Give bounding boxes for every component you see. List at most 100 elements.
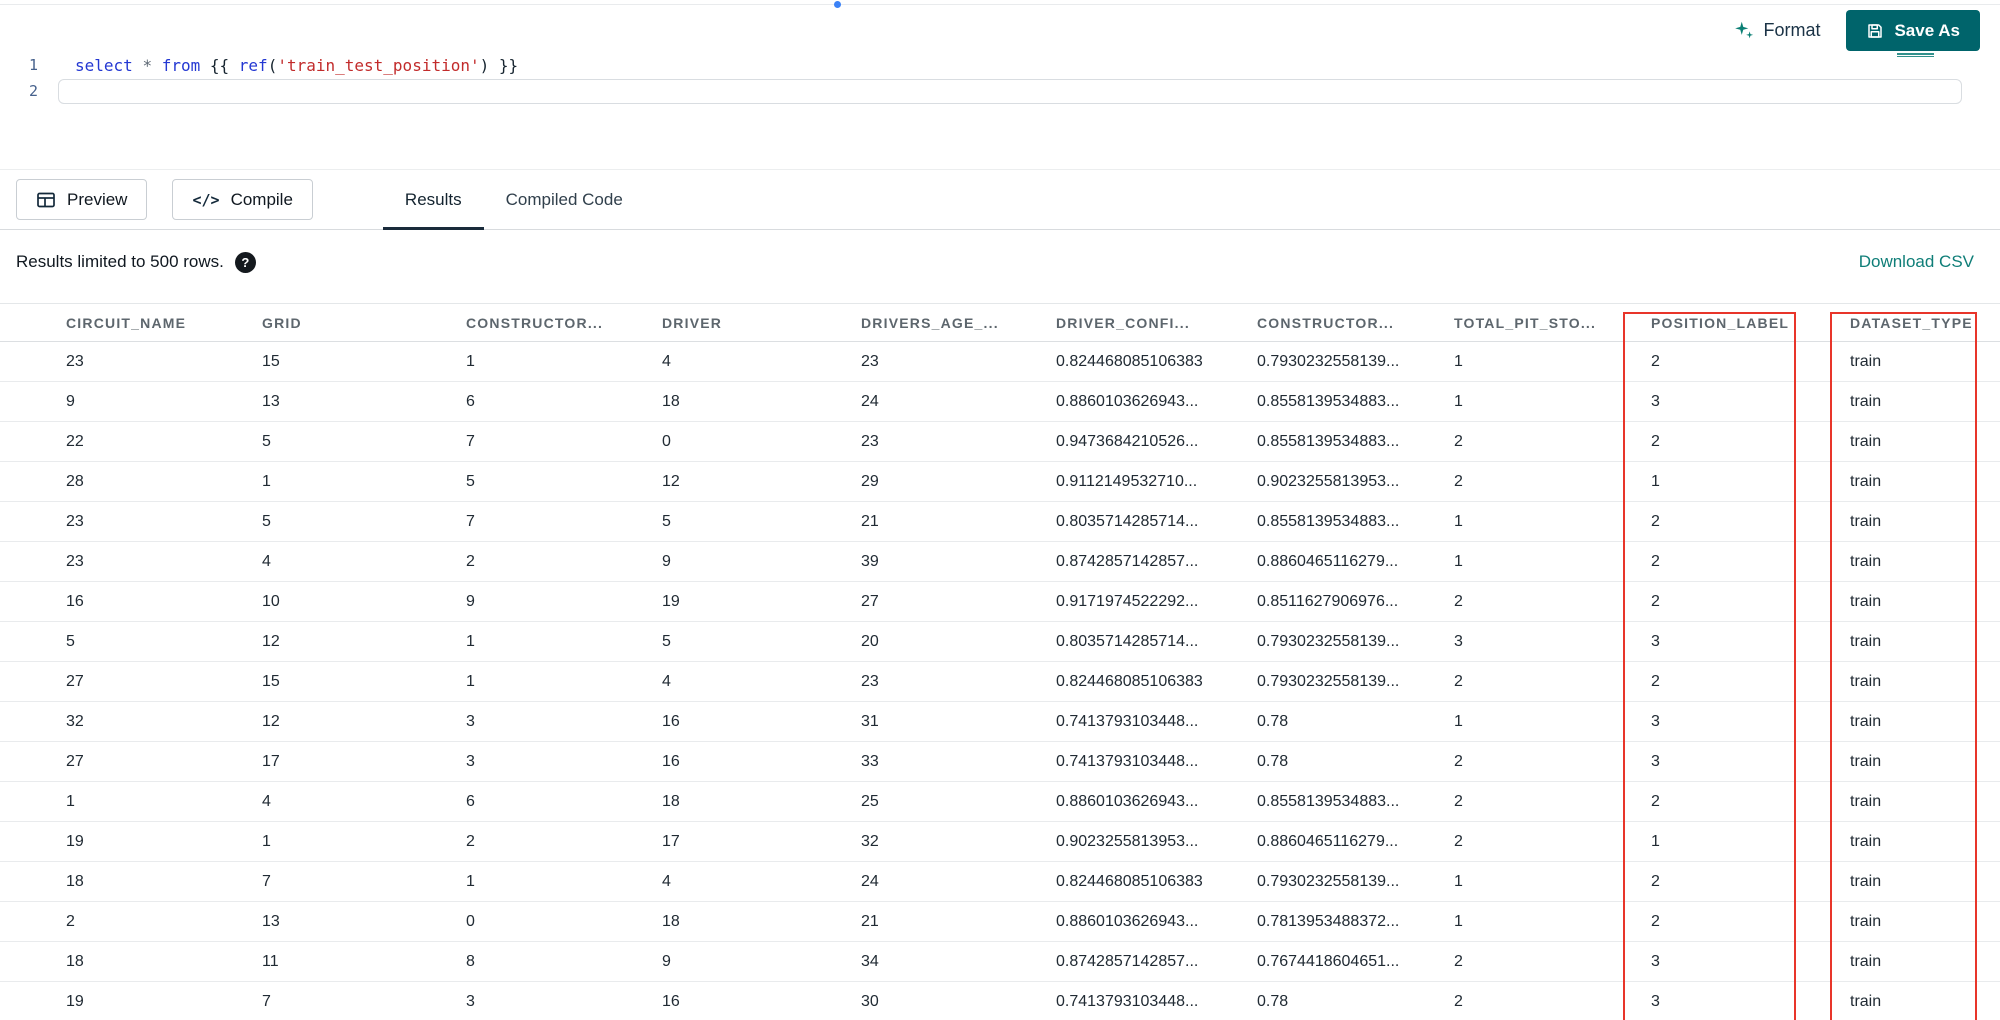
results-table: CIRCUIT_NAME GRID CONSTRUCTOR... DRIVER DRIV… [0,303,2000,1020]
table-cell: 3 [1651,941,1850,982]
table-row: 19 7 3 16 30 0.7413793103448... 0.78 2 3 train [0,981,2000,1020]
table-cell: 9 [0,381,262,422]
table-cell: 0.9112149532710... [1056,461,1257,502]
table-cell: 19 [662,581,861,622]
table-row: 1 4 6 18 25 0.8860103626943... 0.8558139534883… [0,781,2000,822]
tab-results-label: Results [404,189,462,209]
code-token-keyword: from [161,55,201,75]
table-cell: train [1850,381,2000,422]
table-cell: 2 [466,541,662,582]
table-cell: 16 [662,701,861,742]
table-cell: 13 [262,381,466,422]
line-number: 2 [28,82,38,100]
table-cell: 3 [1651,741,1850,782]
code-token-plain: ( [267,55,278,75]
table-cell: 32 [0,701,262,742]
code-icon: </> [192,190,220,209]
table-cell: 19 [0,821,262,862]
table-icon [37,192,55,207]
table-cell: 12 [262,621,466,662]
table-cell: 3 [466,701,662,742]
active-line-highlight[interactable] [58,78,1962,104]
table-cell: 18 [0,941,262,982]
compile-button[interactable]: </> Compile [172,179,313,220]
table-cell: 9 [662,941,861,982]
unsaved-indicator-dot [834,1,841,8]
table-cell: 3 [466,741,662,782]
table-cell: 23 [0,501,262,542]
table-cell: train [1850,421,2000,462]
table-row: 9 13 6 18 24 0.8860103626943... 0.855813953488… [0,381,2000,422]
table-cell: 6 [466,781,662,822]
table-row: 23 5 7 5 21 0.8035714285714... 0.8558139534883… [0,501,2000,542]
tab-results[interactable]: Results [382,170,484,230]
code-editor[interactable]: 1 select * from {{ ref('train_test_posit… [0,0,2000,104]
top-divider [0,4,2000,5]
table-cell: 21 [861,901,1056,942]
table-cell: 25 [861,781,1056,822]
table-cell: 1 [466,621,662,662]
table-cell: 5 [466,461,662,502]
table-cell: 27 [0,741,262,782]
code-token-plain: ) [479,55,490,75]
table-cell: 0.7413793103448... [1056,981,1257,1020]
table-cell: 23 [0,341,262,382]
table-cell: 0.8860465116279... [1257,821,1454,862]
table-cell: 1 [1454,341,1651,382]
format-button[interactable]: Format [1733,20,1820,41]
table-cell: 5 [662,621,861,662]
table-row: 32 12 3 16 31 0.7413793103448... 0.78 1 3 train [0,701,2000,742]
table-cell: 33 [861,741,1056,782]
table-cell: 1 [1651,461,1850,502]
table-cell: 0.9023255813953... [1257,461,1454,502]
table-cell: 2 [0,901,262,942]
table-row: 22 5 7 0 23 0.9473684210526... 0.8558139534883… [0,421,2000,462]
table-cell: 2 [1651,541,1850,582]
table-cell: 0.8558139534883... [1257,381,1454,422]
code-token-function: ref [238,55,268,75]
table-cell: 2 [1651,581,1850,622]
table-cell: 2 [1454,741,1651,782]
table-cell: train [1850,501,2000,542]
table-cell: 4 [662,341,861,382]
table-cell: 2 [1454,821,1651,862]
table-cell: train [1850,581,2000,622]
table-cell: 39 [861,541,1056,582]
table-cell: 24 [861,861,1056,902]
table-cell: 2 [1454,461,1651,502]
column-header: CONSTRUCTOR... [466,314,604,331]
limit-note: Results limited to 500 rows. [16,252,224,271]
table-cell: 2 [1651,421,1850,462]
table-cell: 12 [262,701,466,742]
table-cell: train [1850,941,2000,982]
table-cell: 1 [1651,821,1850,862]
table-cell: train [1850,821,2000,862]
download-csv-link[interactable]: Download CSV [1859,252,1974,272]
table-cell: 2 [1454,581,1651,622]
table-cell: 0.7413793103448... [1056,701,1257,742]
sql-editor-pane: Format Save As 1 select * from {{ ref('t… [0,0,2000,170]
table-cell: 0.8860103626943... [1056,901,1257,942]
table-cell: 18 [662,781,861,822]
table-cell: 18 [0,861,262,902]
table-cell: 1 [1454,701,1651,742]
preview-button[interactable]: Preview [16,179,148,220]
table-cell: 0.8035714285714... [1056,621,1257,662]
table-cell: 0.8558139534883... [1257,501,1454,542]
table-cell: 16 [0,581,262,622]
table-cell: 2 [1651,901,1850,942]
table-cell: 23 [861,661,1056,702]
table-cell: train [1850,701,2000,742]
table-cell: 0.8035714285714... [1056,501,1257,542]
save-as-button[interactable]: Save As [1846,10,1980,51]
table-cell: 4 [662,661,861,702]
table-cell: 5 [262,421,466,462]
table-cell: 9 [662,541,861,582]
tab-compiled-code[interactable]: Compiled Code [484,170,645,229]
table-cell: 2 [1454,661,1651,702]
table-cell: 1 [466,861,662,902]
table-cell: train [1850,541,2000,582]
help-icon[interactable]: ? [234,251,256,273]
code-token-plain: {{ [200,55,239,75]
table-cell: 4 [662,861,861,902]
